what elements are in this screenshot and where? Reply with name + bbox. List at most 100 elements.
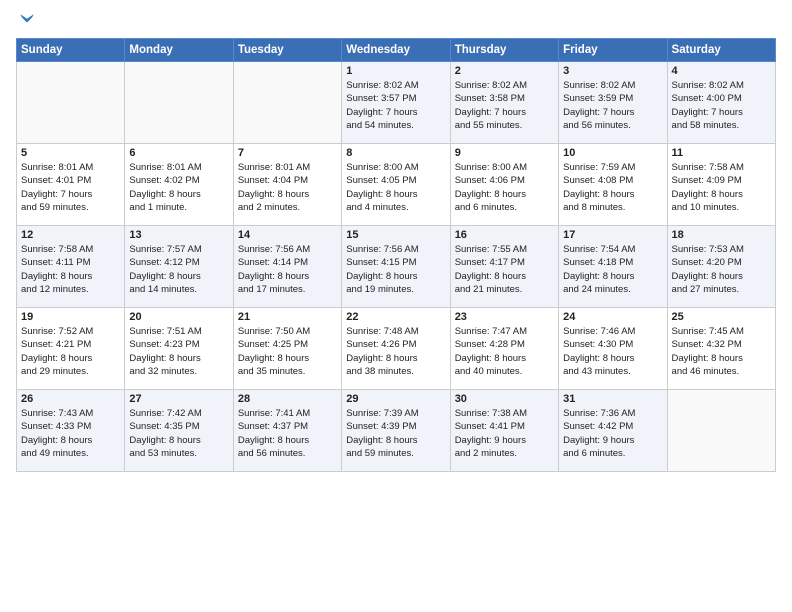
- day-number: 7: [238, 147, 337, 159]
- day-info: Sunrise: 7:57 AM Sunset: 4:12 PM Dayligh…: [129, 243, 228, 296]
- calendar-day-cell: 8 Sunrise: 8:00 AM Sunset: 4:05 PM Daylig…: [342, 144, 450, 226]
- day-number: 22: [346, 311, 445, 323]
- calendar-day-cell: 9 Sunrise: 8:00 AM Sunset: 4:06 PM Daylig…: [450, 144, 558, 226]
- day-of-week-header: Thursday: [450, 39, 558, 62]
- day-number: 30: [455, 393, 554, 405]
- page-container: SundayMondayTuesdayWednesdayThursdayFrid…: [0, 0, 792, 480]
- calendar-day-cell: 5 Sunrise: 8:01 AM Sunset: 4:01 PM Daylig…: [17, 144, 125, 226]
- calendar-day-cell: 4Sunrise: 8:02 AM Sunset: 4:00 PM Daylig…: [667, 62, 775, 144]
- calendar-week-row: 12Sunrise: 7:58 AM Sunset: 4:11 PM Dayli…: [17, 226, 776, 308]
- day-info: Sunrise: 7:43 AM Sunset: 4:33 PM Dayligh…: [21, 407, 120, 460]
- calendar-week-row: 5 Sunrise: 8:01 AM Sunset: 4:01 PM Daylig…: [17, 144, 776, 226]
- calendar-day-cell: [125, 62, 233, 144]
- day-number: 28: [238, 393, 337, 405]
- calendar-day-cell: 7Sunrise: 8:01 AM Sunset: 4:04 PM Daylig…: [233, 144, 341, 226]
- calendar-day-cell: 26Sunrise: 7:43 AM Sunset: 4:33 PM Dayli…: [17, 390, 125, 472]
- calendar-day-cell: 22 Sunrise: 7:48 AM Sunset: 4:26 PM Dayli…: [342, 308, 450, 390]
- day-number: 2: [455, 65, 554, 77]
- day-info: Sunrise: 7:42 AM Sunset: 4:35 PM Dayligh…: [129, 407, 228, 460]
- day-number: 6: [129, 147, 228, 159]
- calendar-day-cell: 10Sunrise: 7:59 AM Sunset: 4:08 PM Dayli…: [559, 144, 667, 226]
- day-number: 23: [455, 311, 554, 323]
- day-info: Sunrise: 7:48 AM Sunset: 4:26 PM Dayligh…: [346, 325, 445, 378]
- day-of-week-header: Saturday: [667, 39, 775, 62]
- calendar-day-cell: 11 Sunrise: 7:58 AM Sunset: 4:09 PM Dayli…: [667, 144, 775, 226]
- calendar-day-cell: 20 Sunrise: 7:51 AM Sunset: 4:23 PM Dayli…: [125, 308, 233, 390]
- day-number: 18: [672, 229, 771, 241]
- calendar-day-cell: 15 Sunrise: 7:56 AM Sunset: 4:15 PM Dayli…: [342, 226, 450, 308]
- day-of-week-header: Sunday: [17, 39, 125, 62]
- day-info: Sunrise: 7:38 AM Sunset: 4:41 PM Dayligh…: [455, 407, 554, 460]
- header: [16, 12, 776, 30]
- day-info: Sunrise: 7:45 AM Sunset: 4:32 PM Dayligh…: [672, 325, 771, 378]
- day-number: 11: [672, 147, 771, 159]
- day-info: Sunrise: 8:01 AM Sunset: 4:01 PM Dayligh…: [21, 161, 120, 214]
- day-info: Sunrise: 8:02 AM Sunset: 3:57 PM Dayligh…: [346, 79, 445, 132]
- calendar-week-row: 19 Sunrise: 7:52 AM Sunset: 4:21 PM Dayli…: [17, 308, 776, 390]
- day-number: 24: [563, 311, 662, 323]
- days-header-row: SundayMondayTuesdayWednesdayThursdayFrid…: [17, 39, 776, 62]
- calendar-day-cell: 1 Sunrise: 8:02 AM Sunset: 3:57 PM Daylig…: [342, 62, 450, 144]
- day-number: 12: [21, 229, 120, 241]
- calendar-week-row: 1 Sunrise: 8:02 AM Sunset: 3:57 PM Daylig…: [17, 62, 776, 144]
- calendar-day-cell: 29Sunrise: 7:39 AM Sunset: 4:39 PM Dayli…: [342, 390, 450, 472]
- day-number: 31: [563, 393, 662, 405]
- calendar-day-cell: 17 Sunrise: 7:54 AM Sunset: 4:18 PM Dayli…: [559, 226, 667, 308]
- day-info: Sunrise: 7:36 AM Sunset: 4:42 PM Dayligh…: [563, 407, 662, 460]
- day-number: 8: [346, 147, 445, 159]
- calendar-day-cell: 18 Sunrise: 7:53 AM Sunset: 4:20 PM Dayli…: [667, 226, 775, 308]
- day-number: 20: [129, 311, 228, 323]
- day-number: 15: [346, 229, 445, 241]
- calendar-day-cell: 16Sunrise: 7:55 AM Sunset: 4:17 PM Dayli…: [450, 226, 558, 308]
- day-number: 1: [346, 65, 445, 77]
- calendar-day-cell: 23 Sunrise: 7:47 AM Sunset: 4:28 PM Dayli…: [450, 308, 558, 390]
- day-info: Sunrise: 7:51 AM Sunset: 4:23 PM Dayligh…: [129, 325, 228, 378]
- calendar-day-cell: [17, 62, 125, 144]
- day-info: Sunrise: 7:55 AM Sunset: 4:17 PM Dayligh…: [455, 243, 554, 296]
- day-info: Sunrise: 8:00 AM Sunset: 4:06 PM Dayligh…: [455, 161, 554, 214]
- logo-bird-icon: [18, 12, 36, 30]
- calendar-table: SundayMondayTuesdayWednesdayThursdayFrid…: [16, 38, 776, 472]
- calendar-day-cell: 24 Sunrise: 7:46 AM Sunset: 4:30 PM Dayli…: [559, 308, 667, 390]
- day-info: Sunrise: 8:01 AM Sunset: 4:02 PM Dayligh…: [129, 161, 228, 214]
- day-info: Sunrise: 7:58 AM Sunset: 4:09 PM Dayligh…: [672, 161, 771, 214]
- calendar-day-cell: 19 Sunrise: 7:52 AM Sunset: 4:21 PM Dayli…: [17, 308, 125, 390]
- day-info: Sunrise: 8:02 AM Sunset: 3:58 PM Dayligh…: [455, 79, 554, 132]
- day-number: 17: [563, 229, 662, 241]
- day-number: 25: [672, 311, 771, 323]
- day-number: 27: [129, 393, 228, 405]
- day-info: Sunrise: 8:02 AM Sunset: 3:59 PM Dayligh…: [563, 79, 662, 132]
- day-number: 9: [455, 147, 554, 159]
- day-info: Sunrise: 7:52 AM Sunset: 4:21 PM Dayligh…: [21, 325, 120, 378]
- day-number: 14: [238, 229, 337, 241]
- day-info: Sunrise: 7:47 AM Sunset: 4:28 PM Dayligh…: [455, 325, 554, 378]
- calendar-day-cell: 14 Sunrise: 7:56 AM Sunset: 4:14 PM Dayli…: [233, 226, 341, 308]
- day-number: 19: [21, 311, 120, 323]
- calendar-day-cell: 21Sunrise: 7:50 AM Sunset: 4:25 PM Dayli…: [233, 308, 341, 390]
- day-info: Sunrise: 7:54 AM Sunset: 4:18 PM Dayligh…: [563, 243, 662, 296]
- calendar-day-cell: 3 Sunrise: 8:02 AM Sunset: 3:59 PM Daylig…: [559, 62, 667, 144]
- calendar-day-cell: 6 Sunrise: 8:01 AM Sunset: 4:02 PM Daylig…: [125, 144, 233, 226]
- day-number: 13: [129, 229, 228, 241]
- day-info: Sunrise: 7:46 AM Sunset: 4:30 PM Dayligh…: [563, 325, 662, 378]
- calendar-day-cell: 28Sunrise: 7:41 AM Sunset: 4:37 PM Dayli…: [233, 390, 341, 472]
- calendar-day-cell: 30 Sunrise: 7:38 AM Sunset: 4:41 PM Dayli…: [450, 390, 558, 472]
- calendar-day-cell: 12Sunrise: 7:58 AM Sunset: 4:11 PM Dayli…: [17, 226, 125, 308]
- day-of-week-header: Monday: [125, 39, 233, 62]
- day-number: 5: [21, 147, 120, 159]
- day-info: Sunrise: 8:00 AM Sunset: 4:05 PM Dayligh…: [346, 161, 445, 214]
- calendar-day-cell: 25 Sunrise: 7:45 AM Sunset: 4:32 PM Dayli…: [667, 308, 775, 390]
- calendar-day-cell: 31 Sunrise: 7:36 AM Sunset: 4:42 PM Dayli…: [559, 390, 667, 472]
- calendar-week-row: 26Sunrise: 7:43 AM Sunset: 4:33 PM Dayli…: [17, 390, 776, 472]
- calendar-day-cell: 13 Sunrise: 7:57 AM Sunset: 4:12 PM Dayli…: [125, 226, 233, 308]
- calendar-day-cell: 27 Sunrise: 7:42 AM Sunset: 4:35 PM Dayli…: [125, 390, 233, 472]
- calendar-day-cell: [233, 62, 341, 144]
- day-of-week-header: Wednesday: [342, 39, 450, 62]
- day-number: 3: [563, 65, 662, 77]
- day-info: Sunrise: 7:56 AM Sunset: 4:15 PM Dayligh…: [346, 243, 445, 296]
- day-info: Sunrise: 7:53 AM Sunset: 4:20 PM Dayligh…: [672, 243, 771, 296]
- logo: [16, 12, 36, 30]
- day-info: Sunrise: 8:02 AM Sunset: 4:00 PM Dayligh…: [672, 79, 771, 132]
- day-info: Sunrise: 7:39 AM Sunset: 4:39 PM Dayligh…: [346, 407, 445, 460]
- day-info: Sunrise: 7:56 AM Sunset: 4:14 PM Dayligh…: [238, 243, 337, 296]
